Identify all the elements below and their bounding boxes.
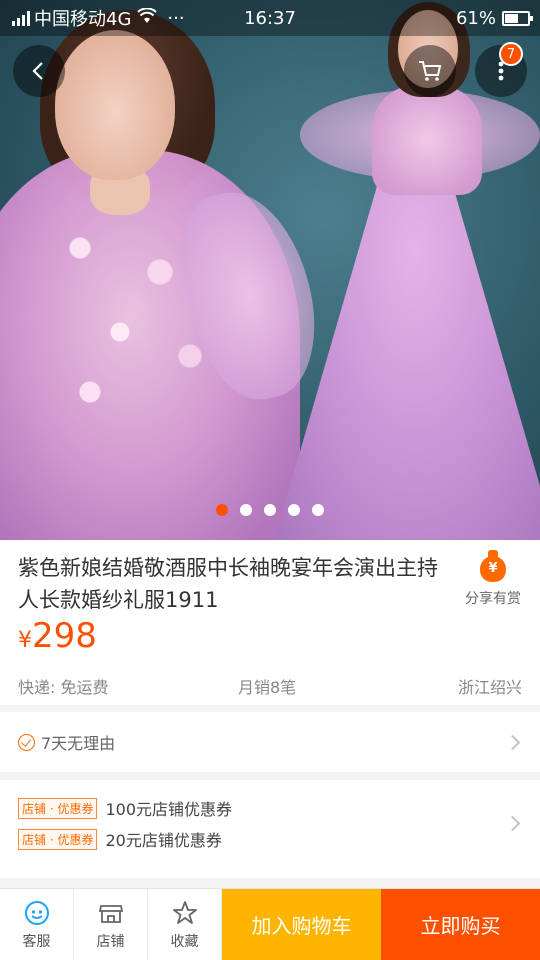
cart-button[interactable] <box>404 45 456 97</box>
dress-full-skirt <box>270 175 540 540</box>
dress-full-bodice <box>372 85 482 195</box>
share-reward-label: 分享有赏 <box>465 591 521 607</box>
customer-service-label: 客服 <box>22 933 51 950</box>
coupons-row[interactable]: 店铺 · 优惠券 100元店铺优惠券 店铺 · 优惠券 20元店铺优惠券 <box>0 780 540 878</box>
battery-percent: 61% <box>455 7 496 29</box>
carousel-dot[interactable] <box>264 504 276 516</box>
check-circle-icon <box>18 733 35 751</box>
money-bag-icon: ¥ <box>480 550 506 582</box>
carousel-dots <box>0 504 540 516</box>
battery-icon <box>502 10 533 26</box>
more-status-icon: ··· <box>167 7 185 29</box>
ship-from-location: 浙江绍兴 <box>457 678 522 697</box>
service-label: 7天无理由 <box>41 734 116 753</box>
notification-badge: 7 <box>499 42 523 66</box>
product-detail-page: 中国移动4G ··· 16:37 61% 7 紫色新娘结婚敬酒服中长袖晚宴年会演… <box>0 0 540 960</box>
product-title: 紫色新娘结婚敬酒服中长袖晚宴年会演出主持人长款婚纱礼服1911 <box>18 556 438 612</box>
favorite-label: 收藏 <box>170 933 199 950</box>
chevron-right-icon <box>504 734 521 750</box>
product-image-gallery[interactable] <box>0 0 540 540</box>
coupon-text: 20元店铺优惠券 <box>105 831 222 850</box>
more-button[interactable]: 7 <box>475 42 527 97</box>
star-icon <box>172 900 197 924</box>
carousel-dot[interactable] <box>240 504 252 516</box>
status-bar: 中国移动4G ··· 16:37 61% <box>0 0 540 36</box>
coupon-tag: 店铺 · 优惠券 <box>18 797 98 819</box>
product-price: ¥298 <box>18 616 97 656</box>
carousel-dot[interactable] <box>288 504 300 516</box>
customer-service-icon <box>24 900 49 925</box>
chevron-right-icon <box>504 815 521 832</box>
coupon-item: 店铺 · 优惠券 100元店铺优惠券 <box>18 796 232 820</box>
add-to-cart-button[interactable]: 加入购物车 <box>222 889 381 960</box>
chevron-left-icon <box>32 62 43 80</box>
carrier-label: 中国移动4G <box>34 9 132 30</box>
coupon-tag: 店铺 · 优惠券 <box>18 828 98 850</box>
coupon-text: 100元店铺优惠券 <box>105 800 232 819</box>
service-guarantee-row[interactable]: 7天无理由 <box>0 712 540 772</box>
back-button[interactable] <box>13 45 65 97</box>
bottom-action-bar: 客服 店铺 收藏 加入购物车 立即购买 <box>0 888 540 960</box>
clock: 16:37 <box>244 7 296 29</box>
share-reward-button[interactable]: ¥ 分享有赏 <box>458 550 528 608</box>
product-info: 紫色新娘结婚敬酒服中长袖晚宴年会演出主持人长款婚纱礼服1911 ¥ 分享有赏 ¥… <box>0 540 540 705</box>
cart-icon <box>419 61 442 81</box>
favorite-button[interactable]: 收藏 <box>148 889 222 960</box>
shop-button[interactable]: 店铺 <box>74 889 148 960</box>
signal-icon <box>12 10 30 26</box>
currency-symbol: ¥ <box>18 628 32 653</box>
coupon-item: 店铺 · 优惠券 20元店铺优惠券 <box>18 827 222 851</box>
shop-label: 店铺 <box>96 933 125 950</box>
shipping-info: 快递: 免运费 <box>18 678 109 697</box>
carousel-dot[interactable] <box>216 504 228 516</box>
shop-icon <box>98 904 123 923</box>
price-value: 298 <box>32 616 97 656</box>
customer-service-button[interactable]: 客服 <box>0 889 74 960</box>
model-face <box>55 30 175 180</box>
carousel-dot[interactable] <box>312 504 324 516</box>
buy-now-button[interactable]: 立即购买 <box>381 889 540 960</box>
wifi-icon <box>137 6 158 29</box>
monthly-sales: 月销8笔 <box>238 678 297 697</box>
